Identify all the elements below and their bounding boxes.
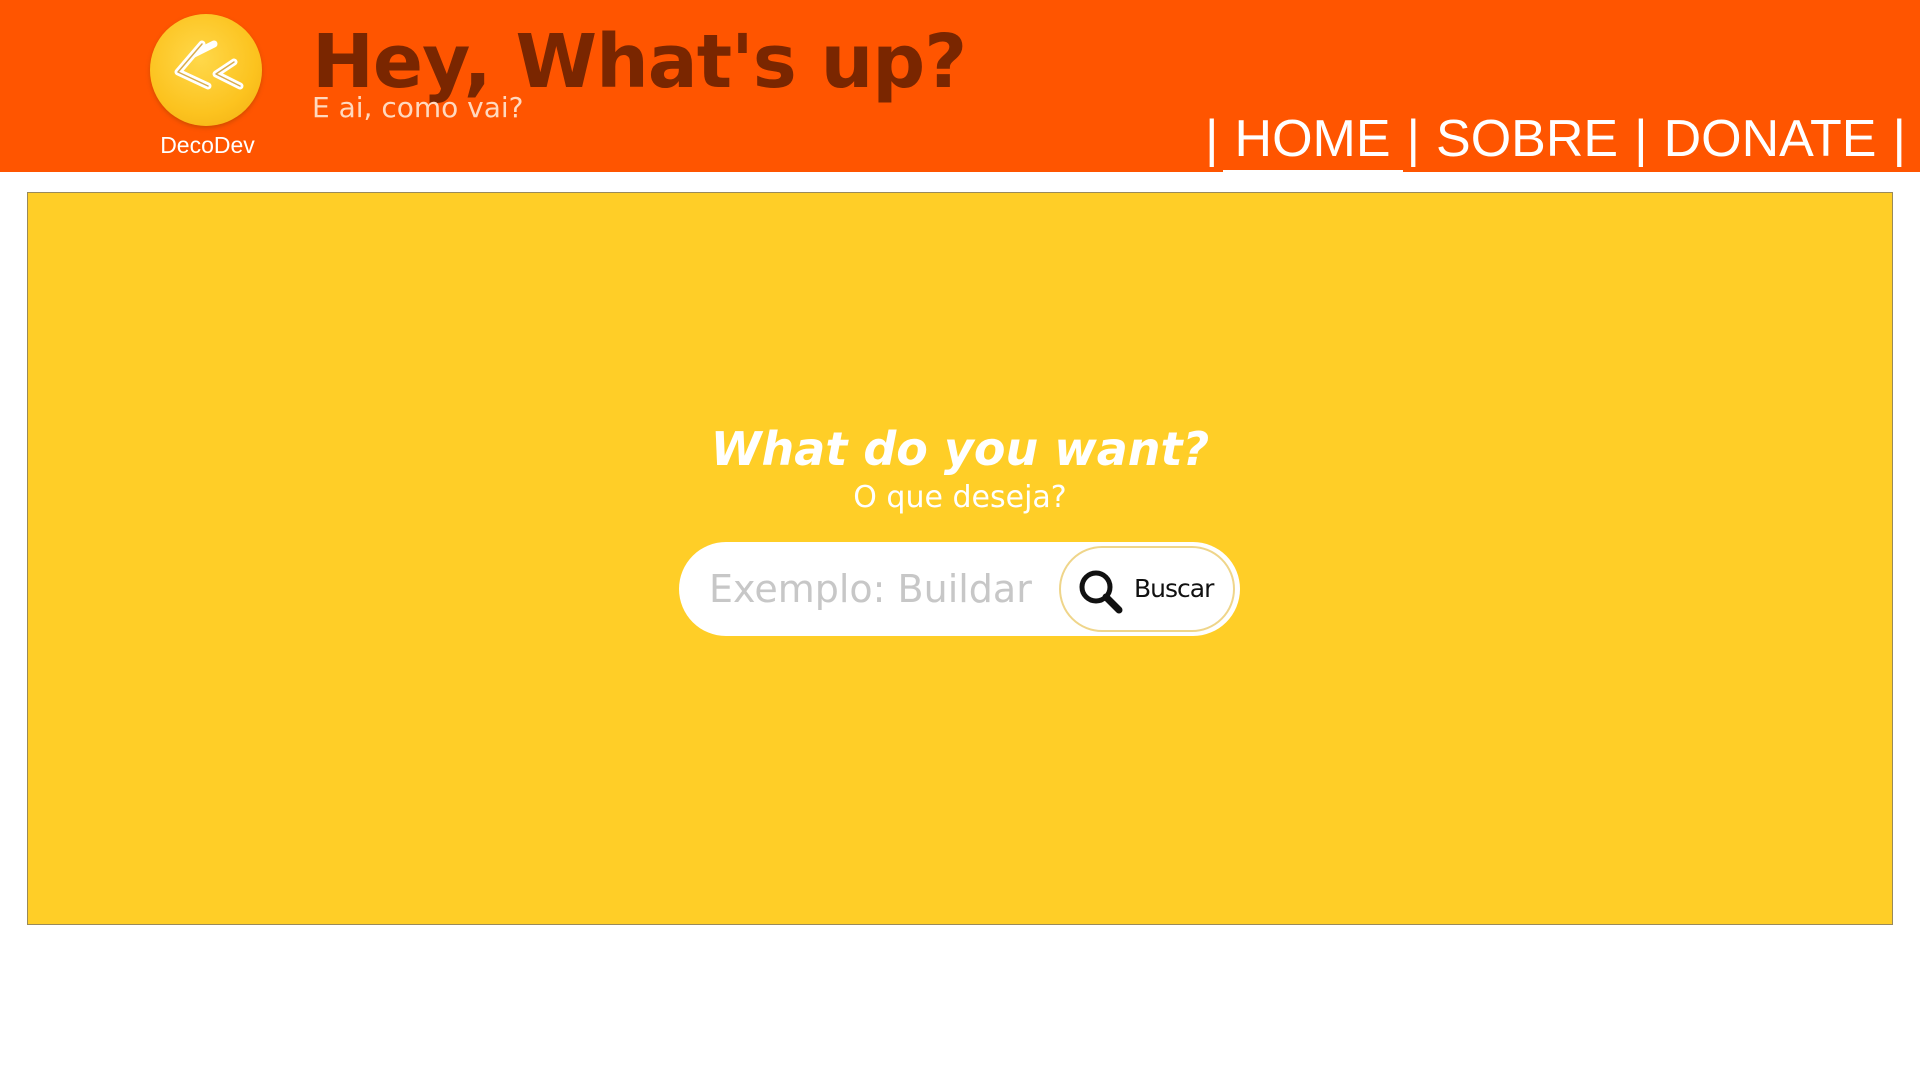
- nav-separator: |: [1406, 110, 1421, 168]
- panel-subtitle: O que deseja?: [853, 480, 1067, 515]
- site-subtitle: E ai, como vai?: [312, 91, 524, 124]
- search-input[interactable]: [709, 559, 1039, 619]
- search-box: Buscar: [679, 542, 1240, 636]
- search-button[interactable]: Buscar: [1059, 546, 1235, 632]
- search-button-label: Buscar: [1134, 574, 1214, 603]
- panel-title: What do you want?: [710, 422, 1210, 476]
- nav-item-sobre[interactable]: SOBRE: [1430, 109, 1624, 169]
- nav-item-donate[interactable]: DONATE: [1658, 109, 1883, 169]
- search-icon: [1077, 568, 1125, 616]
- nav-separator: |: [1634, 110, 1648, 168]
- nav-item-home[interactable]: HOME: [1222, 109, 1403, 177]
- nav-separator: |: [1892, 110, 1906, 168]
- main-nav: | HOME | SOBRE | DONATE |: [1195, 108, 1916, 177]
- nav-separator: |: [1205, 110, 1219, 168]
- logo-caption: DecoDev: [160, 132, 255, 158]
- site-header: DecoDev Hey, What's up? E ai, como vai? …: [0, 0, 1920, 177]
- decodev-logo-icon[interactable]: [150, 14, 262, 126]
